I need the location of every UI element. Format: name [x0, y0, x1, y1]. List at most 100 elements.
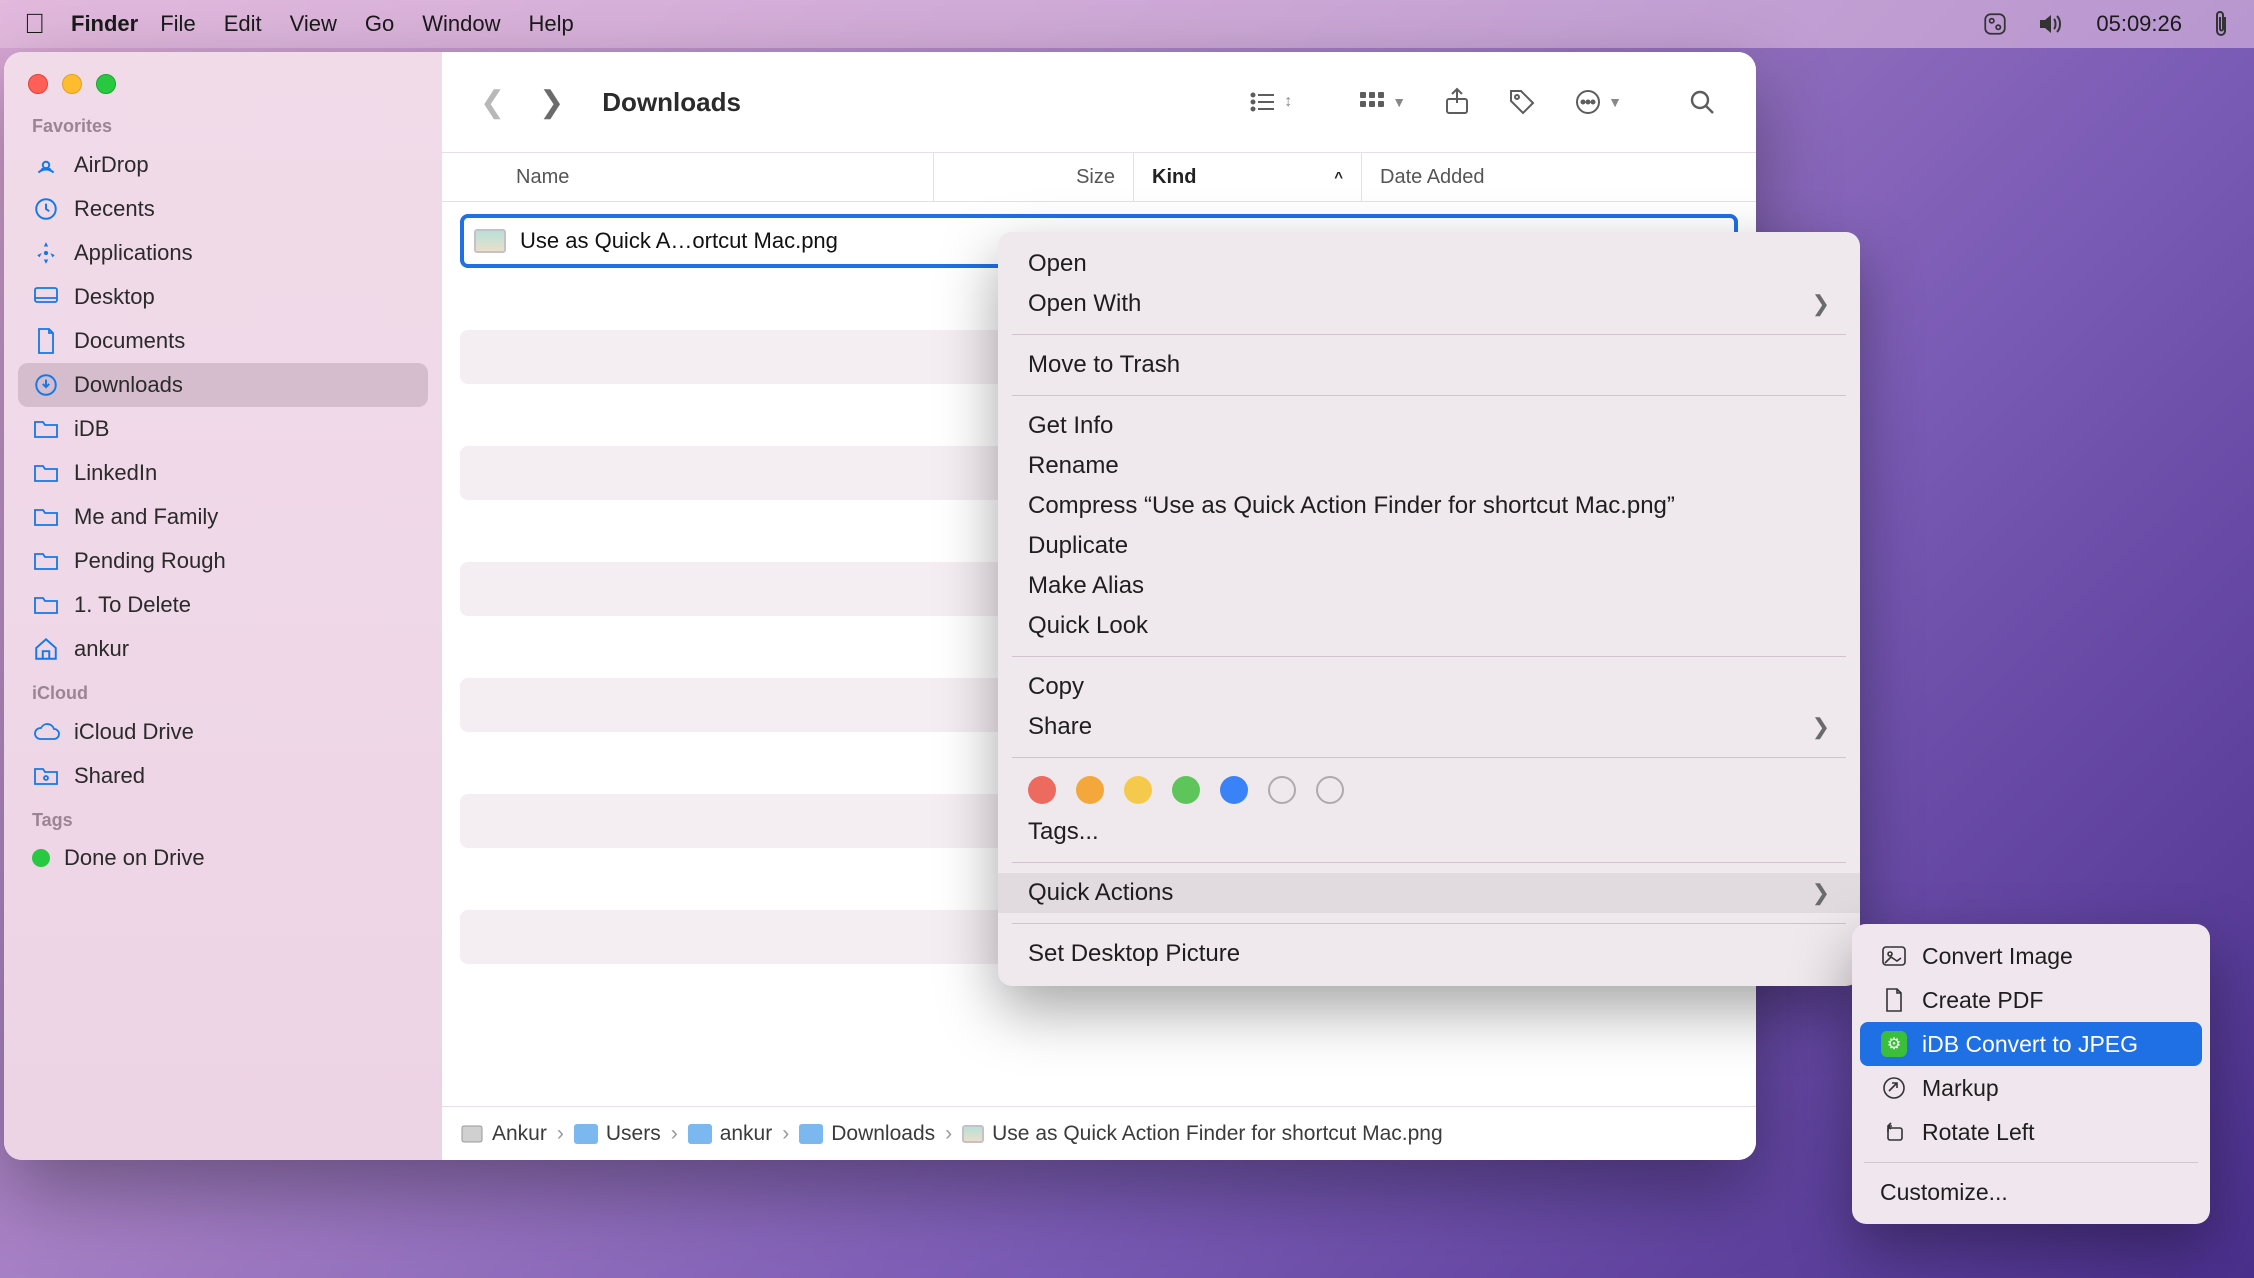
sub-customize[interactable]: Customize...	[1860, 1171, 2202, 1214]
clock-icon	[32, 195, 60, 223]
path-separator-icon: ›	[671, 1122, 678, 1146]
sidebar-item-me-and-family[interactable]: Me and Family	[18, 495, 428, 539]
folder-icon	[32, 547, 60, 575]
path-segment[interactable]: Users	[574, 1122, 661, 1146]
markup-icon	[1880, 1074, 1908, 1102]
separator	[1864, 1162, 2198, 1163]
sidebar-item-idb[interactable]: iDB	[18, 407, 428, 451]
column-name[interactable]: Name	[442, 153, 934, 201]
menu-window[interactable]: Window	[422, 11, 500, 37]
ctx-compress[interactable]: Compress “Use as Quick Action Finder for…	[998, 486, 1860, 526]
sidebar-section-tags: Tags	[32, 810, 428, 831]
path-segment[interactable]: Use as Quick Action Finder for shortcut …	[962, 1122, 1443, 1146]
menu-edit[interactable]: Edit	[224, 11, 262, 37]
shared-folder-icon	[32, 762, 60, 790]
sidebar-item-recents[interactable]: Recents	[18, 187, 428, 231]
maximize-button[interactable]	[96, 74, 116, 94]
sub-rotate-left[interactable]: Rotate Left	[1860, 1110, 2202, 1154]
sidebar-item-pending-rough[interactable]: Pending Rough	[18, 539, 428, 583]
ctx-make-alias[interactable]: Make Alias	[998, 566, 1860, 606]
sub-create-pdf[interactable]: Create PDF	[1860, 978, 2202, 1022]
sub-idb-convert-jpeg[interactable]: ⚙iDB Convert to JPEG	[1860, 1022, 2202, 1066]
sidebar-item-applications[interactable]: Applications	[18, 231, 428, 275]
sidebar-item-to-delete[interactable]: 1. To Delete	[18, 583, 428, 627]
path-bar: Ankur› Users› ankur› Downloads› Use as Q…	[442, 1106, 1756, 1160]
tag-red[interactable]	[1028, 776, 1056, 804]
shortcut-icon: ⚙	[1880, 1030, 1908, 1058]
ctx-open-with[interactable]: Open With❯	[998, 284, 1860, 324]
sidebar-item-label: LinkedIn	[74, 460, 157, 486]
sidebar-item-downloads[interactable]: Downloads	[18, 363, 428, 407]
tags-button[interactable]	[1496, 82, 1548, 122]
chevron-down-icon: ▼	[1608, 94, 1622, 110]
sidebar-item-label: Recents	[74, 196, 155, 222]
view-mode-button[interactable]: ↕	[1236, 84, 1304, 120]
menubar-clock[interactable]: 05:09:26	[2096, 11, 2182, 37]
sidebar-item-icloud-drive[interactable]: iCloud Drive	[18, 710, 428, 754]
sidebar-item-label: Applications	[74, 240, 193, 266]
path-segment[interactable]: Ankur	[460, 1122, 547, 1146]
ctx-quick-look[interactable]: Quick Look	[998, 606, 1860, 646]
menu-view[interactable]: View	[290, 11, 337, 37]
back-button[interactable]: ❮	[470, 81, 515, 124]
group-button[interactable]: ▼	[1346, 84, 1418, 120]
sidebar-item-ankur[interactable]: ankur	[18, 627, 428, 671]
ctx-set-desktop-picture[interactable]: Set Desktop Picture	[998, 934, 1860, 974]
file-icon	[962, 1125, 984, 1143]
share-button[interactable]	[1432, 81, 1482, 123]
tag-blue[interactable]	[1220, 776, 1248, 804]
sidebar: Favorites AirDrop Recents Applications D…	[4, 52, 442, 1160]
menu-go[interactable]: Go	[365, 11, 394, 37]
tag-color-dot	[32, 849, 50, 867]
tag-none[interactable]	[1268, 776, 1296, 804]
search-button[interactable]	[1676, 82, 1728, 122]
column-date-added[interactable]: Date Added	[1362, 153, 1756, 201]
ctx-share[interactable]: Share❯	[998, 707, 1860, 747]
menu-file[interactable]: File	[160, 11, 195, 37]
ctx-open[interactable]: Open	[998, 244, 1860, 284]
chevron-down-icon: ▼	[1392, 94, 1406, 110]
close-button[interactable]	[28, 74, 48, 94]
sidebar-item-shared[interactable]: Shared	[18, 754, 428, 798]
menu-help[interactable]: Help	[529, 11, 574, 37]
download-icon	[32, 371, 60, 399]
path-segment[interactable]: ankur	[688, 1122, 773, 1146]
sidebar-item-desktop[interactable]: Desktop	[18, 275, 428, 319]
ctx-tags[interactable]: Tags...	[998, 812, 1860, 852]
ctx-quick-actions[interactable]: Quick Actions❯	[998, 873, 1860, 913]
sidebar-item-label: Done on Drive	[64, 845, 205, 871]
separator	[1012, 757, 1846, 758]
sidebar-item-airdrop[interactable]: AirDrop	[18, 143, 428, 187]
path-separator-icon: ›	[782, 1122, 789, 1146]
sub-convert-image[interactable]: Convert Image	[1860, 934, 2202, 978]
ctx-move-to-trash[interactable]: Move to Trash	[998, 345, 1860, 385]
tag-orange[interactable]	[1076, 776, 1104, 804]
attachment-icon[interactable]	[2212, 9, 2230, 39]
path-segment[interactable]: Downloads	[799, 1122, 935, 1146]
convert-image-icon	[1880, 942, 1908, 970]
volume-icon[interactable]	[2038, 13, 2066, 35]
column-size[interactable]: Size	[934, 153, 1134, 201]
tag-none[interactable]	[1316, 776, 1344, 804]
ctx-copy[interactable]: Copy	[998, 667, 1860, 707]
airdrop-icon	[32, 151, 60, 179]
app-name[interactable]: Finder	[71, 11, 138, 37]
column-kind[interactable]: Kind^	[1134, 153, 1362, 201]
control-center-icon[interactable]	[1982, 11, 2008, 37]
sidebar-item-documents[interactable]: Documents	[18, 319, 428, 363]
minimize-button[interactable]	[62, 74, 82, 94]
sub-markup[interactable]: Markup	[1860, 1066, 2202, 1110]
sidebar-tag-done-on-drive[interactable]: Done on Drive	[18, 837, 428, 879]
sidebar-item-label: Shared	[74, 763, 145, 789]
tag-yellow[interactable]	[1124, 776, 1152, 804]
sidebar-item-linkedin[interactable]: LinkedIn	[18, 451, 428, 495]
ctx-duplicate[interactable]: Duplicate	[998, 526, 1860, 566]
forward-button[interactable]: ❯	[529, 81, 574, 124]
tag-green[interactable]	[1172, 776, 1200, 804]
folder-icon	[32, 591, 60, 619]
apple-menu-icon[interactable]: 	[24, 8, 45, 40]
ctx-rename[interactable]: Rename	[998, 446, 1860, 486]
home-icon	[32, 635, 60, 663]
ctx-get-info[interactable]: Get Info	[998, 406, 1860, 446]
more-button[interactable]: ▼	[1562, 82, 1634, 122]
